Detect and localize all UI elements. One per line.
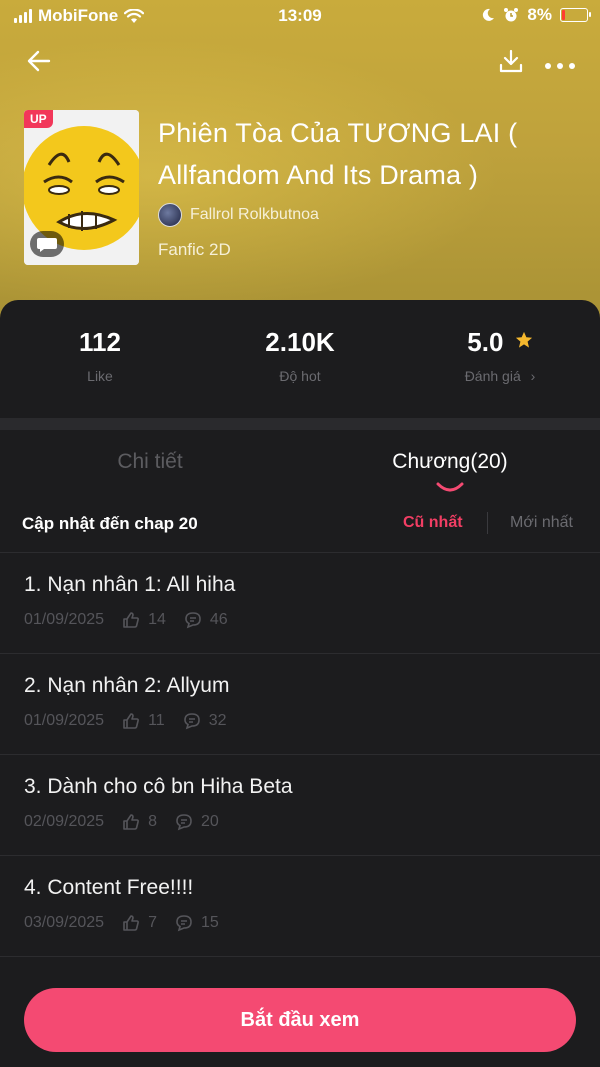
chapter-meta: 01/09/2025 14 46 [24,611,246,629]
stat-rating-row: 5.0 [400,327,600,358]
comment-icon [185,612,201,629]
chapter-comments: 15 [175,914,219,932]
author-link[interactable]: Fallrol Rolkbutnoa [158,203,319,227]
chapter-meta: 03/09/2025 7 15 [24,914,237,932]
stat-like: 112 Like [0,327,200,384]
tab-active-indicator [436,482,464,492]
stat-hot-value: 2.10K [265,327,335,357]
chapter-likes: 8 [122,813,157,831]
chapter-like-count: 11 [148,712,165,729]
stats-row: 112 Like 2.10K Độ hot 5.0 Đánh giá › [0,300,600,418]
chapter-filter-bar: Cập nhật đến chap 20 Cũ nhất Mới nhất [0,500,600,553]
sort-oldest-button[interactable]: Cũ nhất [403,514,463,532]
chapter-date: 01/09/2025 [24,712,105,729]
chapter-date: 01/09/2025 [24,611,105,628]
chapter-comment-count: 20 [200,813,219,830]
chapter-item[interactable]: 1. Nạn nhân 1: All hiha 01/09/2025 14 46 [0,553,600,654]
chapter-date: 03/09/2025 [24,914,105,931]
tab-chapters[interactable]: Chương(20) [300,450,600,474]
chevron-right-icon: › [530,368,536,384]
chapter-title: 2. Nạn nhân 2: Allyum [24,674,230,697]
chapter-comments: 20 [175,813,219,831]
chapter-comment-count: 15 [200,914,219,931]
chapter-comments: 46 [184,611,228,629]
star-icon [515,331,532,348]
author-name: Fallrol Rolkbutnoa [190,206,319,223]
book-cover[interactable]: UP [24,110,139,265]
alarm-icon [504,8,519,22]
chapter-comments: 32 [183,712,227,730]
comment-icon [176,814,192,831]
chapter-likes: 11 [122,712,165,730]
thumbs-up-icon [123,814,140,830]
chapter-meta: 02/09/2025 8 20 [24,813,237,831]
chapter-item[interactable]: 3. Dành cho cô bn Hiha Beta 02/09/2025 8… [0,755,600,856]
stat-rating-label-row: Đánh giá › [400,368,600,384]
chapter-date: 02/09/2025 [24,813,105,830]
tab-details[interactable]: Chi tiết [0,450,300,474]
stat-like-label: Like [87,368,113,384]
chapter-comment-count: 46 [209,611,228,628]
stat-hot-label: Độ hot [279,368,321,384]
chapter-meta: 01/09/2025 11 32 [24,712,244,730]
stat-rating[interactable]: 5.0 Đánh giá › [400,327,600,384]
chapter-item[interactable]: 4. Content Free!!!! 03/09/2025 7 15 [0,856,600,957]
more-dots-icon [545,63,575,69]
battery-icon [560,8,591,22]
back-button[interactable] [26,48,52,79]
chapter-like-count: 8 [148,813,157,830]
stat-hot: 2.10K Độ hot [200,327,400,384]
chapter-like-count: 7 [148,914,157,931]
arrow-left-icon [27,50,51,72]
chapter-title: 1. Nạn nhân 1: All hiha [24,573,236,596]
status-bar: MobiFone 13:09 8% [0,0,600,32]
thumbs-up-icon [123,915,140,931]
update-status: Cập nhật đến chap 20 [22,514,198,533]
chat-bubble-icon [30,231,64,257]
content-sheet: 112 Like 2.10K Độ hot 5.0 Đánh giá › Chi… [0,300,600,1067]
chapter-comment-count: 32 [208,712,227,729]
book-genre: Fanfic 2D [158,240,231,259]
chapter-likes: 14 [122,611,166,629]
download-button[interactable] [498,48,524,79]
stat-like-value: 112 [79,327,121,357]
sort-newest-button[interactable]: Mới nhất [510,514,573,532]
download-icon [499,49,523,73]
chapter-list: 1. Nạn nhân 1: All hiha 01/09/2025 14 46… [0,553,600,957]
chapter-likes: 7 [122,914,157,932]
chapter-like-count: 14 [148,611,166,628]
chapter-title: 4. Content Free!!!! [24,876,194,899]
section-divider [0,418,600,430]
author-avatar [158,203,182,227]
more-button[interactable] [544,57,576,75]
comment-icon [176,915,192,932]
status-right: 8% [481,5,591,25]
comment-icon [183,713,200,730]
battery-percent: 8% [527,5,552,24]
up-badge: UP [24,110,53,128]
stat-rating-value: 5.0 [467,327,504,357]
stat-rating-label: Đánh giá [464,368,521,384]
sort-divider [487,512,488,534]
thumbs-up-icon [123,713,140,729]
tab-bar: Chi tiết Chương(20) [0,430,600,500]
book-title: Phiên Tòa Của TƯƠNG LAI ( Allfandom And … [158,118,518,190]
start-reading-button[interactable]: Bắt đầu xem [24,988,576,1052]
chapter-title: 3. Dành cho cô bn Hiha Beta [24,775,293,798]
chapter-item[interactable]: 2. Nạn nhân 2: Allyum 01/09/2025 11 32 [0,654,600,755]
thumbs-up-icon [123,612,140,628]
moon-icon [483,8,495,21]
